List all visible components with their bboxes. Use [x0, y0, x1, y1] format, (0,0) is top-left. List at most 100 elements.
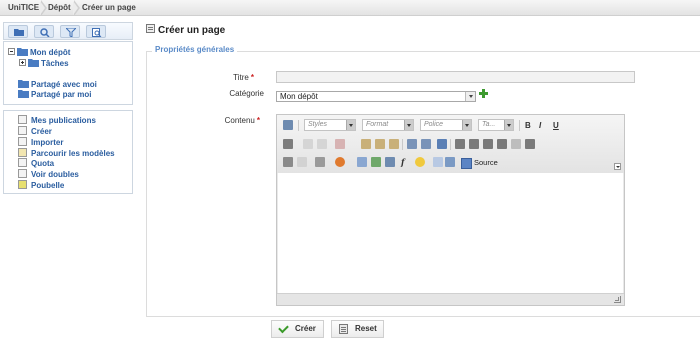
action-label: Créer [31, 127, 52, 136]
smiley-icon[interactable] [415, 157, 425, 167]
styles-combo-label: Styles [308, 121, 328, 128]
tree-item-label: Tâches [41, 59, 69, 68]
search-icon [40, 28, 50, 37]
title-input[interactable] [276, 71, 635, 83]
paste-text-icon[interactable] [375, 139, 385, 149]
chevron-down-icon [465, 92, 475, 101]
action-voir-doubles[interactable]: Voir doubles [18, 169, 79, 179]
category-label: Catégorie [229, 89, 264, 98]
page-icon [146, 24, 155, 33]
action-quota[interactable]: Quota [18, 158, 54, 168]
image-icon[interactable] [357, 157, 367, 167]
folder-icon [18, 80, 29, 88]
formula-icon[interactable]: f [401, 157, 404, 167]
collapse-toolbar-icon[interactable] [614, 163, 621, 170]
background-color-icon[interactable] [335, 157, 345, 167]
undo-icon[interactable] [303, 139, 313, 149]
folder-icon [17, 48, 28, 56]
print-icon[interactable] [283, 139, 293, 149]
paste-icon[interactable] [361, 139, 371, 149]
content-label: Contenu * [200, 116, 260, 125]
align-justify-icon[interactable] [497, 139, 507, 149]
cut-icon[interactable] [335, 139, 345, 149]
editor-toolbar: Styles Format Police Ta... B I U f Sourc… [277, 115, 624, 173]
tree-item-taches[interactable]: Tâches [19, 59, 69, 69]
action-label: Importer [31, 138, 64, 147]
reset-button-label: Reset [355, 324, 377, 333]
publications-icon [18, 115, 27, 124]
text-color-icon[interactable] [315, 157, 325, 167]
collapse-icon[interactable] [8, 48, 15, 55]
table-icon[interactable] [385, 157, 395, 167]
search-button[interactable] [34, 25, 54, 38]
required-mark: * [250, 73, 254, 82]
action-mes-publications[interactable]: Mes publications [18, 115, 96, 125]
font-combo[interactable]: Police [420, 119, 472, 131]
sidebar-toolbar [3, 22, 133, 40]
toolbar-separator [450, 139, 451, 150]
unlink-icon[interactable] [297, 157, 307, 167]
breadcrumb-home[interactable]: UniTICE [0, 0, 39, 16]
indent-icon[interactable] [525, 139, 535, 149]
action-label: Poubelle [31, 181, 65, 190]
special-char-icon[interactable] [445, 157, 455, 167]
maximize-icon[interactable] [283, 120, 293, 130]
source-button[interactable]: Source [461, 157, 498, 169]
action-parcourir-modeles[interactable]: Parcourir les modèles [18, 148, 115, 158]
add-category-icon[interactable] [479, 89, 488, 98]
tree-item-partage-avec-moi[interactable]: Partagé avec moi [18, 80, 97, 90]
numbered-list-icon[interactable] [407, 139, 417, 149]
tree-item-partage-par-moi[interactable]: Partagé par moi [18, 90, 91, 100]
align-left-icon[interactable] [455, 139, 465, 149]
breadcrumb-current: Créer un page [82, 3, 136, 12]
bold-button[interactable]: B [525, 121, 531, 130]
chevron-down-icon [404, 120, 413, 130]
resize-handle-icon[interactable] [614, 296, 621, 303]
underline-button[interactable]: U [553, 121, 559, 130]
templates-icon [18, 148, 27, 157]
tree-item-label: Partagé par moi [31, 90, 92, 99]
outdent-icon[interactable] [511, 139, 521, 149]
content-label-text: Contenu [224, 116, 255, 125]
page-break-icon[interactable] [433, 157, 443, 167]
quota-icon [18, 158, 27, 167]
category-select[interactable]: Mon dépôt [276, 91, 476, 102]
toolbar-separator [298, 120, 299, 131]
fieldset-legend: Propriétés générales [152, 45, 238, 54]
size-combo[interactable]: Ta... [478, 119, 514, 131]
action-poubelle[interactable]: Poubelle [18, 180, 64, 190]
redo-icon[interactable] [317, 139, 327, 149]
paste-word-icon[interactable] [389, 139, 399, 149]
align-right-icon[interactable] [483, 139, 493, 149]
expand-icon[interactable] [19, 59, 26, 66]
font-combo-label: Police [424, 121, 444, 128]
action-creer[interactable]: Créer [18, 126, 52, 136]
bulleted-list-icon[interactable] [421, 139, 431, 149]
blockquote-icon[interactable] [437, 139, 447, 149]
chevron-down-icon [504, 120, 513, 130]
duplicates-icon [18, 169, 27, 178]
reset-button[interactable]: Reset [331, 320, 384, 338]
size-combo-label: Ta... [482, 121, 496, 128]
styles-combo[interactable]: Styles [304, 119, 356, 131]
advanced-search-button[interactable] [86, 25, 106, 38]
format-combo[interactable]: Format [362, 119, 414, 131]
title-label: Titre * [194, 73, 254, 82]
link-icon[interactable] [283, 157, 293, 167]
breadcrumb-depot[interactable]: Dépôt [40, 0, 71, 16]
tree-item-mon-depot[interactable]: Mon dépôt [8, 48, 70, 58]
create-button[interactable]: Créer [271, 320, 324, 338]
action-label: Parcourir les modèles [31, 149, 115, 158]
editor-content-area[interactable] [278, 173, 623, 294]
import-icon [18, 137, 27, 146]
folder-view-button[interactable] [8, 25, 28, 38]
format-combo-label: Format [366, 121, 389, 128]
action-label: Quota [31, 159, 55, 168]
toolbar-separator [402, 139, 403, 150]
action-importer[interactable]: Importer [18, 137, 63, 147]
chevron-down-icon [346, 120, 355, 130]
flash-icon[interactable] [371, 157, 381, 167]
filter-button[interactable] [60, 25, 80, 38]
italic-button[interactable]: I [539, 121, 541, 130]
align-center-icon[interactable] [469, 139, 479, 149]
